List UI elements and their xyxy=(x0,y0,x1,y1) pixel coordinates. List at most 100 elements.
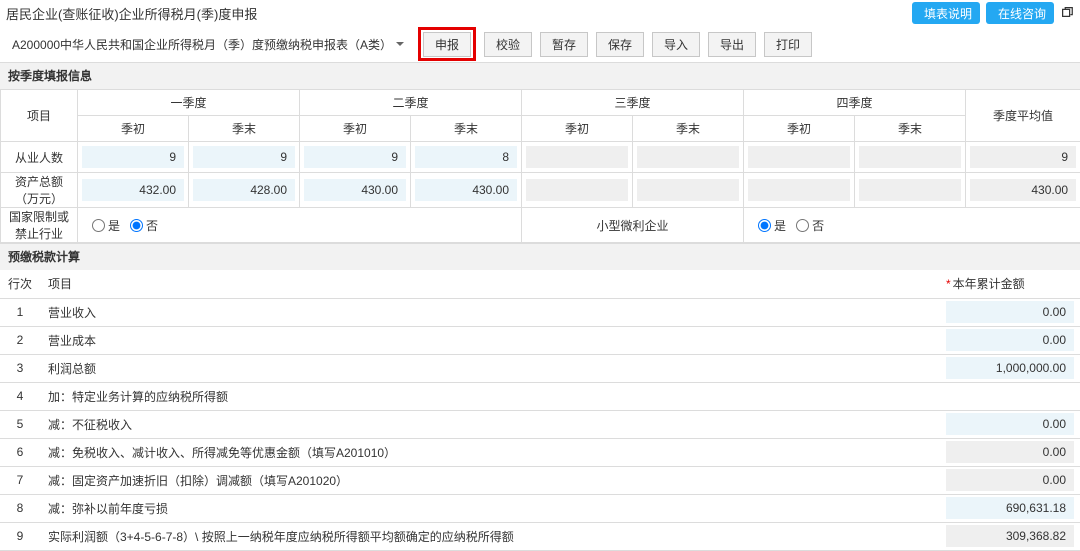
ast-q4s[interactable] xyxy=(748,179,850,201)
row-project-label: 营业收入 xyxy=(40,298,940,326)
col-q3: 三季度 xyxy=(522,90,744,116)
lines-table: 行次 项目 本年累计金额 1营业收入 0.00 2营业成本 0.00 3利润总额 1,00… xyxy=(0,270,1080,551)
row-restricted-label: 国家限制或禁止行业 xyxy=(1,208,78,243)
q1-end: 季末 xyxy=(189,116,300,142)
col-q1: 一季度 xyxy=(78,90,300,116)
amount-cell: 0.00 xyxy=(946,469,1074,491)
table-row: 4加：特定业务计算的应纳税所得额 xyxy=(0,382,1080,410)
row-project-label: 减：不征税收入 xyxy=(40,410,940,438)
row-number: 1 xyxy=(0,298,40,326)
form-select[interactable]: A200000中华人民共和国企业所得税月（季）度预缴纳税申报表（A类） xyxy=(6,32,410,57)
page-title: 居民企业(查账征收)企业所得税月(季)度申报 xyxy=(6,4,257,23)
micro-no[interactable]: 否 xyxy=(796,217,824,234)
declare-button[interactable]: 申报 xyxy=(423,32,471,57)
amount-cell xyxy=(946,385,1074,407)
row-number: 9 xyxy=(0,522,40,550)
validate-button[interactable]: 校验 xyxy=(484,32,532,57)
row-number: 2 xyxy=(0,326,40,354)
q2-end: 季末 xyxy=(411,116,522,142)
ast-q3s[interactable] xyxy=(526,179,628,201)
table-row: 9实际利润额（3+4-5-6-7-8）\ 按照上一纳税年度应纳税所得额平均额确定… xyxy=(0,522,1080,550)
row-project-label: 减：弥补以前年度亏损 xyxy=(40,494,940,522)
emp-avg: 9 xyxy=(970,146,1076,168)
row-project-label: 实际利润额（3+4-5-6-7-8）\ 按照上一纳税年度应纳税所得额平均额确定的… xyxy=(40,522,940,550)
form-select-label: A200000中华人民共和国企业所得税月（季）度预缴纳税申报表（A类） xyxy=(12,36,392,53)
q1-start: 季初 xyxy=(78,116,189,142)
highlight-declare: 申报 xyxy=(418,27,476,61)
table-row: 3利润总额 1,000,000.00 xyxy=(0,354,1080,382)
emp-q3e[interactable] xyxy=(637,146,739,168)
restricted-yes[interactable]: 是 xyxy=(92,217,120,234)
instructions-label: 填表说明 xyxy=(924,5,972,22)
row-number: 3 xyxy=(0,354,40,382)
table-row: 7减：固定资产加速折旧（扣除）调减额（填写A201020） 0.00 xyxy=(0,466,1080,494)
emp-q2e[interactable]: 8 xyxy=(415,146,517,168)
amount-cell: 0.00 xyxy=(946,441,1074,463)
q4-start: 季初 xyxy=(744,116,855,142)
row-project-label: 营业成本 xyxy=(40,326,940,354)
table-row: 2营业成本 0.00 xyxy=(0,326,1080,354)
export-button[interactable]: 导出 xyxy=(708,32,756,57)
emp-q3s[interactable] xyxy=(526,146,628,168)
row-project-label: 减：免税收入、减计收入、所得减免等优惠金额（填写A201010） xyxy=(40,438,940,466)
instructions-button[interactable]: 填表说明 xyxy=(912,2,980,24)
quarter-section-title: 按季度填报信息 xyxy=(0,62,1080,89)
row-assets-label: 资产总额（万元） xyxy=(1,173,78,208)
row-number: 6 xyxy=(0,438,40,466)
row-number: 4 xyxy=(0,382,40,410)
ast-avg: 430.00 xyxy=(970,179,1076,201)
amount-cell[interactable]: 690,631.18 xyxy=(946,497,1074,519)
col-rownum: 行次 xyxy=(0,270,40,298)
ast-q3e[interactable] xyxy=(637,179,739,201)
row-project-label: 加：特定业务计算的应纳税所得额 xyxy=(40,382,940,410)
row-project-label: 利润总额 xyxy=(40,354,940,382)
online-consult-button[interactable]: 在线咨询 xyxy=(986,2,1054,24)
ast-q4e[interactable] xyxy=(859,179,961,201)
emp-q1e[interactable]: 9 xyxy=(193,146,295,168)
q3-start: 季初 xyxy=(522,116,633,142)
ast-q2s[interactable]: 430.00 xyxy=(304,179,406,201)
calc-section-title: 预缴税款计算 xyxy=(0,243,1080,270)
row-number: 8 xyxy=(0,494,40,522)
amount-cell[interactable]: 0.00 xyxy=(946,301,1074,323)
ast-q2e[interactable]: 430.00 xyxy=(415,179,517,201)
online-consult-label: 在线咨询 xyxy=(998,5,1046,22)
amount-cell[interactable]: 0.00 xyxy=(946,413,1074,435)
ast-q1e[interactable]: 428.00 xyxy=(193,179,295,201)
amount-cell[interactable]: 1,000,000.00 xyxy=(946,357,1074,379)
save-button[interactable]: 保存 xyxy=(596,32,644,57)
amount-cell[interactable]: 0.00 xyxy=(946,329,1074,351)
emp-q4s[interactable] xyxy=(748,146,850,168)
table-row: 6减：免税收入、减计收入、所得减免等优惠金额（填写A201010） 0.00 xyxy=(0,438,1080,466)
ast-q1s[interactable]: 432.00 xyxy=(82,179,184,201)
row-employees-label: 从业人数 xyxy=(1,142,78,173)
emp-q4e[interactable] xyxy=(859,146,961,168)
col-amount: 本年累计金额 xyxy=(940,270,1080,298)
import-button[interactable]: 导入 xyxy=(652,32,700,57)
q2-start: 季初 xyxy=(300,116,411,142)
micro-yes[interactable]: 是 xyxy=(758,217,786,234)
emp-q1s[interactable]: 9 xyxy=(82,146,184,168)
row-number: 7 xyxy=(0,466,40,494)
col-project: 项目 xyxy=(40,270,940,298)
save-draft-button[interactable]: 暂存 xyxy=(540,32,588,57)
window-restore-icon[interactable] xyxy=(1060,5,1074,22)
col-project: 项目 xyxy=(1,90,78,142)
q3-end: 季末 xyxy=(633,116,744,142)
table-row: 5减：不征税收入 0.00 xyxy=(0,410,1080,438)
col-q4: 四季度 xyxy=(744,90,966,116)
row-project-label: 减：固定资产加速折旧（扣除）调减额（填写A201020） xyxy=(40,466,940,494)
restricted-no[interactable]: 否 xyxy=(130,217,158,234)
col-q2: 二季度 xyxy=(300,90,522,116)
row-restricted: 国家限制或禁止行业 是 否 小型微利企业 是 否 xyxy=(1,208,1080,243)
micro-enterprise-label: 小型微利企业 xyxy=(522,208,744,243)
table-row: 1营业收入 0.00 xyxy=(0,298,1080,326)
quarter-table: 项目 一季度 二季度 三季度 四季度 季度平均值 季初 季末 季初 季末 季初 … xyxy=(0,89,1080,243)
emp-q2s[interactable]: 9 xyxy=(304,146,406,168)
row-assets: 资产总额（万元） 432.00 428.00 430.00 430.00 430… xyxy=(1,173,1080,208)
print-button[interactable]: 打印 xyxy=(764,32,812,57)
row-employees: 从业人数 9 9 9 8 9 xyxy=(1,142,1080,173)
col-avg: 季度平均值 xyxy=(966,90,1080,142)
row-number: 5 xyxy=(0,410,40,438)
amount-cell: 309,368.82 xyxy=(946,525,1074,547)
